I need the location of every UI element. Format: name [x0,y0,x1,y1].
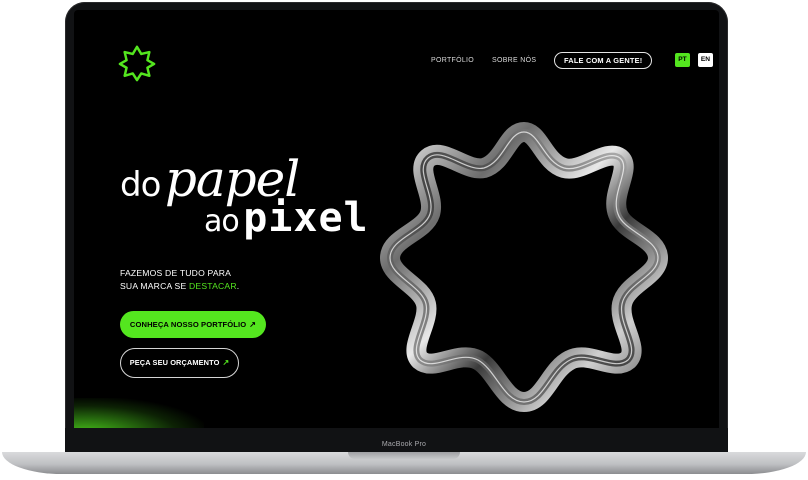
contact-cta-button[interactable]: FALE COM A GENTE! [554,52,653,69]
portfolio-button[interactable]: CONHEÇA NOSSO PORTFÓLIO ↗ [120,311,266,338]
laptop-base-notch [348,452,460,459]
tagline-highlight: DESTACAR [188,281,237,291]
hero-headline-line2: ao pixel [204,195,369,241]
laptop-chin [65,428,728,452]
hero-word-pixel: pixel [243,195,369,241]
hero-word-ao: ao [204,204,240,239]
language-en-button[interactable]: EN [698,53,713,67]
website-screen: PORTFÓLIO SOBRE NÓS FALE COM A GENTE! PT… [74,10,719,428]
hero-tagline: FAZEMOS DE TUDO PARA SUA MARCA SE DESTAC… [120,267,239,293]
device-model-label: MacBook Pro [381,441,427,448]
language-pt-button[interactable]: PT [675,53,690,67]
arrow-up-right-icon: ↗ [222,358,230,367]
nav-link-portfolio[interactable]: PORTFÓLIO [431,57,474,64]
green-glow-decoration [74,398,204,428]
quote-button[interactable]: PEÇA SEU ORÇAMENTO ↗ [120,348,239,378]
tagline-prefix: SUA MARCA SE [120,281,189,291]
tagline-suffix: . [236,281,240,291]
top-navigation: PORTFÓLIO SOBRE NÓS FALE COM A GENTE! PT… [74,52,719,72]
chrome-star-graphic [380,122,668,412]
portfolio-button-label: CONHEÇA NOSSO PORTFÓLIO [129,320,247,329]
tagline-line2: SUA MARCA SE DESTACAR. [120,280,239,293]
hero-word-do: do [120,165,161,205]
tagline-line1: FAZEMOS DE TUDO PARA [120,268,232,278]
nav-link-about[interactable]: SOBRE NÓS [492,57,536,64]
quote-button-label: PEÇA SEU ORÇAMENTO [129,358,220,367]
arrow-up-right-icon: ↗ [249,320,257,329]
